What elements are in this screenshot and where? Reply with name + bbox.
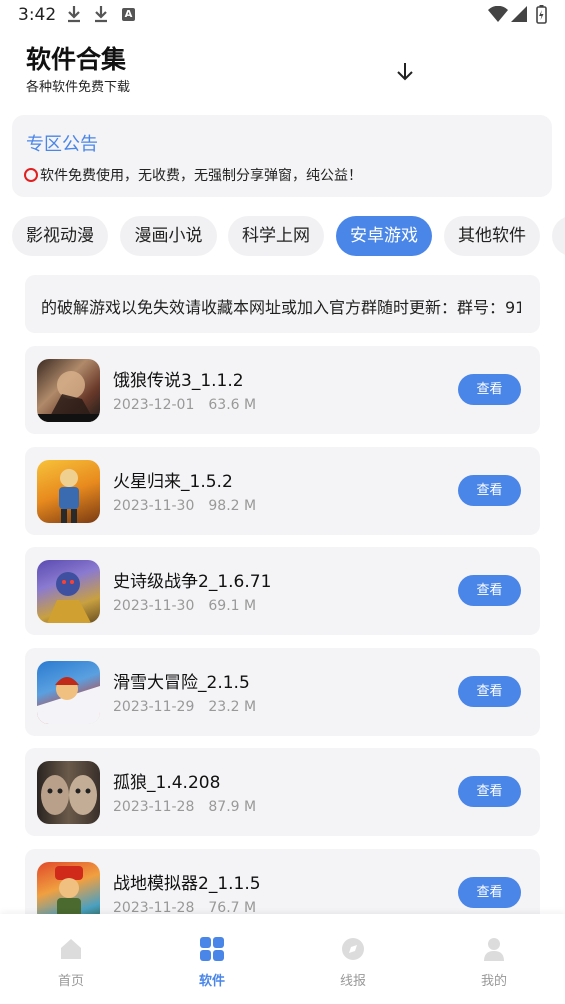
nav-tips[interactable]: 线报 bbox=[323, 936, 383, 989]
status-bar: 3:42 A bbox=[0, 0, 565, 30]
view-button[interactable]: 查看 bbox=[458, 374, 521, 405]
nav-home-label: 首页 bbox=[57, 974, 84, 989]
nav-software[interactable]: 软件 bbox=[182, 936, 242, 989]
app-icon bbox=[37, 661, 100, 724]
app-meta: 2023-11-28 87.9 M bbox=[113, 799, 256, 815]
category-tabs: 影视动漫 漫画小说 科学上网 安卓游戏 其他软件 bbox=[0, 216, 565, 256]
user-icon bbox=[484, 938, 504, 961]
announcement-marquee: 的破解游戏以免失效请收藏本网址或加入官方群随时更新：群号：91 bbox=[25, 275, 540, 333]
app-date: 2023-11-30 bbox=[113, 598, 195, 614]
bottom-navigation: 首页 软件 线报 我的 bbox=[0, 914, 565, 1004]
tab-android-games[interactable]: 安卓游戏 bbox=[336, 216, 432, 256]
app-meta: 2023-11-30 98.2 M bbox=[113, 498, 256, 514]
red-circle-icon bbox=[24, 168, 38, 182]
status-time: 3:42 bbox=[18, 5, 57, 25]
download-icon[interactable] bbox=[394, 60, 416, 84]
app-meta: 2023-11-30 69.1 M bbox=[113, 598, 256, 614]
app-size: 87.9 M bbox=[208, 799, 257, 815]
app-icon bbox=[37, 761, 100, 824]
notice-title: 专区公告 bbox=[26, 134, 98, 155]
app-meta: 2023-11-29 23.2 M bbox=[113, 699, 256, 715]
view-button[interactable]: 查看 bbox=[458, 575, 521, 606]
list-item[interactable]: 孤狼_1.4.208 2023-11-28 87.9 M 查看 bbox=[25, 748, 540, 836]
tab-comics-novels[interactable]: 漫画小说 bbox=[120, 216, 217, 256]
app-date: 2023-11-30 bbox=[113, 498, 195, 514]
list-item[interactable]: 史诗级战争2_1.6.71 2023-11-30 69.1 M 查看 bbox=[25, 547, 540, 635]
notice-text-row: 软件免费使用，无收费，无强制分享弹窗，纯公益！ bbox=[24, 165, 362, 185]
nav-profile-label: 我的 bbox=[480, 974, 507, 989]
app-date: 2023-11-29 bbox=[113, 699, 195, 715]
app-meta: 2023-12-01 63.6 M bbox=[113, 397, 256, 413]
app-icon bbox=[37, 460, 100, 523]
app-name: 滑雪大冒险_2.1.5 bbox=[113, 673, 250, 693]
app-size: 23.2 M bbox=[208, 699, 257, 715]
app-name: 孤狼_1.4.208 bbox=[113, 773, 221, 793]
app-name: 饿狼传说3_1.1.2 bbox=[113, 371, 244, 391]
app-icon bbox=[37, 359, 100, 422]
list-item[interactable]: 滑雪大冒险_2.1.5 2023-11-29 23.2 M 查看 bbox=[25, 648, 540, 736]
app-name: 史诗级战争2_1.6.71 bbox=[113, 572, 272, 592]
wifi-icon bbox=[488, 6, 508, 22]
app-date: 2023-12-01 bbox=[113, 397, 195, 413]
list-item[interactable]: 火星归来_1.5.2 2023-11-30 98.2 M 查看 bbox=[25, 447, 540, 535]
nav-software-label: 软件 bbox=[198, 974, 225, 989]
compass-icon bbox=[342, 938, 364, 960]
nav-home[interactable]: 首页 bbox=[41, 936, 101, 989]
view-button[interactable]: 查看 bbox=[458, 475, 521, 506]
notice-text: 软件免费使用，无收费，无强制分享弹窗，纯公益！ bbox=[40, 168, 362, 184]
app-badge-icon: A bbox=[122, 8, 135, 21]
download-icon bbox=[95, 6, 107, 23]
download-icon bbox=[68, 6, 80, 23]
app-name: 战地模拟器2_1.1.5 bbox=[113, 874, 261, 894]
page-subtitle: 各种软件免费下载 bbox=[26, 80, 131, 95]
nav-tips-label: 线报 bbox=[339, 974, 366, 989]
tab-other-software[interactable]: 其他软件 bbox=[444, 216, 540, 256]
battery-charging-icon bbox=[536, 5, 547, 24]
app-size: 63.6 M bbox=[208, 397, 257, 413]
list-item[interactable]: 饿狼传说3_1.1.2 2023-12-01 63.6 M 查看 bbox=[25, 346, 540, 434]
tab-overflow[interactable] bbox=[552, 216, 565, 256]
app-size: 98.2 M bbox=[208, 498, 257, 514]
view-button[interactable]: 查看 bbox=[458, 676, 521, 707]
tab-vpn[interactable]: 科学上网 bbox=[228, 216, 324, 256]
marquee-text: 的破解游戏以免失效请收藏本网址或加入官方群随时更新：群号：91 bbox=[41, 298, 521, 317]
view-button[interactable]: 查看 bbox=[458, 877, 521, 908]
app-icon bbox=[37, 560, 100, 623]
app-name: 火星归来_1.5.2 bbox=[113, 472, 233, 492]
page-title: 软件合集 bbox=[26, 45, 127, 74]
notice-card: 专区公告 软件免费使用，无收费，无强制分享弹窗，纯公益！ bbox=[12, 115, 552, 197]
app-size: 69.1 M bbox=[208, 598, 257, 614]
home-icon bbox=[61, 939, 81, 959]
grid-icon bbox=[200, 937, 224, 961]
cellular-icon bbox=[511, 6, 527, 22]
nav-profile[interactable]: 我的 bbox=[464, 936, 524, 989]
view-button[interactable]: 查看 bbox=[458, 776, 521, 807]
tab-movies-anime[interactable]: 影视动漫 bbox=[12, 216, 108, 256]
app-date: 2023-11-28 bbox=[113, 799, 195, 815]
